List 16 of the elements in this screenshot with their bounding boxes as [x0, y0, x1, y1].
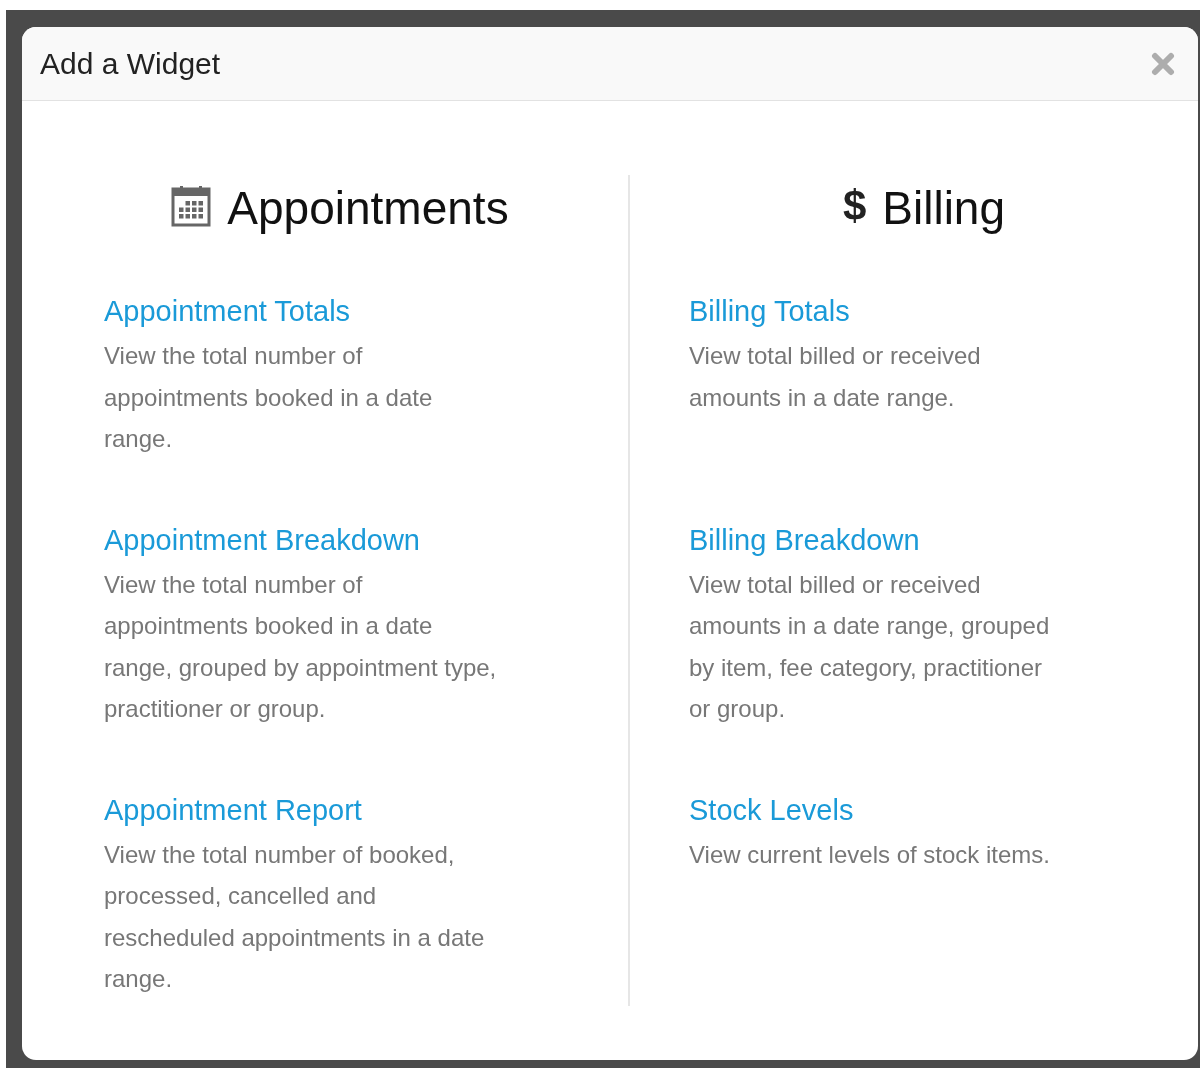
widget-link[interactable]: Appointment Totals [104, 291, 351, 331]
widget-description: View the total number of appointments booked in a date range, grouped by appointment type, practitioner or group. [104, 569, 498, 724]
widget-description: View current levels of stock items. [689, 839, 1052, 870]
widget-description: View the total number of booked, processed, cancelled and rescheduled appointments in a date range. [104, 839, 486, 994]
calendar-icon [171, 185, 212, 227]
widget-link[interactable]: Appointment Breakdown [104, 519, 420, 560]
widget-description: View the total number of appointments booked in a date range. [104, 341, 434, 454]
widget-link[interactable]: Stock Levels [689, 789, 854, 830]
widget-link[interactable]: Appointment Report [104, 789, 362, 830]
dollar-icon: $ [842, 185, 867, 227]
widget-link[interactable]: Billing Totals [689, 291, 850, 331]
close-icon[interactable] [1150, 50, 1176, 77]
widget-link[interactable]: Billing Breakdown [689, 519, 920, 560]
widget-description: View total billed or received amounts in a date range. [689, 341, 982, 413]
dialog-title: Add a Widget [40, 46, 221, 82]
widget-description: View total billed or received amounts in a date range, grouped by item, fee category, practitioner or group. [689, 569, 1051, 724]
